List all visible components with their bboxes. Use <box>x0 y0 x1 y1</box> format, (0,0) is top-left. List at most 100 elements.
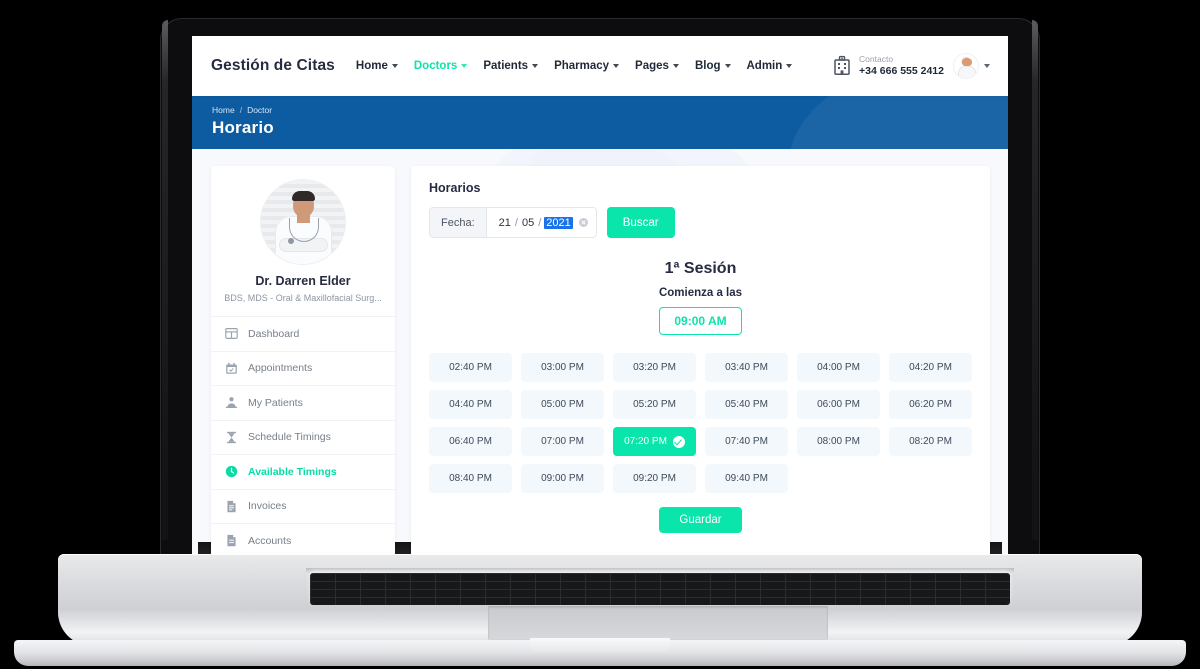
time-slot-label: 05:40 PM <box>725 399 768 410</box>
invoice-icon <box>227 500 236 512</box>
doctor-specialty: BDS, MDS - Oral & Maxillofacial Surg... <box>224 293 382 303</box>
contact-label: Contacto <box>859 54 894 65</box>
nav-item-pharmacy[interactable]: Pharmacy <box>554 60 620 72</box>
nav-item-home[interactable]: Home <box>356 60 398 72</box>
time-slot[interactable]: 05:00 PM <box>521 390 604 419</box>
sidebar-item-label: Schedule Timings <box>248 431 331 444</box>
brand-logo[interactable]: Gestión de Citas <box>211 57 335 75</box>
time-slot[interactable]: 05:40 PM <box>705 390 788 419</box>
user-menu[interactable] <box>953 53 990 79</box>
contact-block[interactable]: Contacto +34 666 555 2412 <box>832 54 944 77</box>
time-slot-label: 09:40 PM <box>725 473 768 484</box>
session-block: 1ª Sesión Comienza a las 09:00 AM <box>429 260 972 335</box>
date-day[interactable]: 21 <box>498 217 512 229</box>
time-slot-label: 04:20 PM <box>909 362 952 373</box>
nav-item-admin[interactable]: Admin <box>747 60 793 72</box>
time-slot-label: 08:20 PM <box>909 436 952 447</box>
nav-item-label: Admin <box>746 60 783 72</box>
card-title: Horarios <box>429 181 481 195</box>
time-slot[interactable]: 05:20 PM <box>613 390 696 419</box>
sidebar-item-label: Available Timings <box>248 465 337 478</box>
time-slot-label: 05:20 PM <box>633 399 676 410</box>
nav-item-patients[interactable]: Patients <box>483 60 539 72</box>
sidebar-item-label: Appointments <box>248 362 313 375</box>
time-slot[interactable]: 07:20 PM <box>613 427 696 456</box>
time-slot[interactable]: 02:40 PM <box>429 353 512 382</box>
clock-icon <box>225 466 238 478</box>
accounts-icon <box>227 535 236 547</box>
page-title: Horario <box>212 118 274 137</box>
time-slot[interactable]: 03:40 PM <box>705 353 788 382</box>
session-subtitle: Comienza a las <box>658 287 743 299</box>
time-slot-label: 06:00 PM <box>817 399 860 410</box>
breadcrumb-separator: / <box>239 105 243 115</box>
doctor-photo <box>261 180 345 264</box>
search-button[interactable]: Buscar <box>606 207 675 238</box>
sidebar-item-schedule-timings[interactable]: Schedule Timings <box>211 421 395 455</box>
save-button[interactable]: Guardar <box>659 507 742 533</box>
sidebar-item-appointments[interactable]: Appointments <box>211 352 395 386</box>
session-title: 1ª Sesión <box>664 260 737 277</box>
trackpad <box>488 606 828 640</box>
time-slot[interactable]: 09:00 PM <box>521 464 604 493</box>
sidebar-item-label: Accounts <box>248 534 292 547</box>
breadcrumb-current: Doctor <box>247 105 273 115</box>
date-year[interactable]: 2021 <box>544 216 573 229</box>
sidebar-item-invoices[interactable]: Invoices <box>211 490 395 524</box>
time-slot[interactable]: 04:40 PM <box>429 390 512 419</box>
nav-item-pages[interactable]: Pages <box>635 60 679 72</box>
lid-edge-left <box>162 20 168 540</box>
chevron-down-icon <box>672 64 679 68</box>
time-slot[interactable]: 07:40 PM <box>705 427 788 456</box>
time-slot[interactable]: 09:20 PM <box>613 464 696 493</box>
time-slot[interactable]: 06:20 PM <box>889 390 972 419</box>
keyboard-deck <box>58 554 1142 646</box>
nav-item-blog[interactable]: Blog <box>695 60 731 72</box>
doctor-profile-card: Dr. Darren Elder BDS, MDS - Oral & Maxil… <box>211 166 395 317</box>
time-slot[interactable]: 04:00 PM <box>797 353 880 382</box>
breadcrumb-home[interactable]: Home <box>212 105 235 115</box>
date-separator: / <box>538 216 542 229</box>
sidebar-item-my-patients[interactable]: My Patients <box>211 386 395 421</box>
sidebar-item-available-timings[interactable]: Available Timings <box>211 455 395 490</box>
chevron-down-icon <box>613 64 620 68</box>
contact-text: Contacto +34 666 555 2412 <box>859 54 944 77</box>
keyboard <box>310 573 1010 605</box>
time-slot[interactable]: 09:40 PM <box>705 464 788 493</box>
chevron-down-icon <box>984 64 990 68</box>
hospital-icon <box>834 56 850 76</box>
time-slot[interactable]: 07:00 PM <box>521 427 604 456</box>
time-slot-label: 04:40 PM <box>449 399 492 410</box>
time-slot[interactable]: 03:20 PM <box>613 353 696 382</box>
page-header-band: Home / Doctor Horario <box>192 96 1008 149</box>
clear-icon[interactable] <box>578 218 588 227</box>
time-slot[interactable]: 03:00 PM <box>521 353 604 382</box>
time-slot[interactable]: 06:00 PM <box>797 390 880 419</box>
time-slot[interactable]: 04:20 PM <box>889 353 972 382</box>
nav-item-label: Blog <box>694 60 721 72</box>
time-slot-label: 09:20 PM <box>633 473 676 484</box>
date-month[interactable]: 05 <box>521 217 535 229</box>
time-slot-label: 07:00 PM <box>541 436 584 447</box>
hourglass-icon <box>227 431 236 443</box>
sidebar-item-label: My Patients <box>248 396 303 409</box>
time-slot-label: 06:40 PM <box>449 436 492 447</box>
date-input-group: Fecha: 21 / 05 / 2021 <box>429 207 597 238</box>
time-slot-label: 09:00 PM <box>541 473 584 484</box>
time-slot[interactable]: 06:40 PM <box>429 427 512 456</box>
patients-icon <box>225 397 238 409</box>
sidebar-item-accounts[interactable]: Accounts <box>211 524 395 554</box>
time-slot[interactable]: 08:00 PM <box>797 427 880 456</box>
time-slot[interactable]: 08:20 PM <box>889 427 972 456</box>
page-content: Dr. Darren Elder BDS, MDS - Oral & Maxil… <box>192 149 1008 554</box>
contact-phone: +34 666 555 2412 <box>859 64 944 77</box>
time-slot-label: 07:40 PM <box>725 436 768 447</box>
chevron-down-icon <box>461 64 468 68</box>
doctor-name: Dr. Darren Elder <box>255 274 351 288</box>
sidebar-item-dashboard[interactable]: Dashboard <box>211 317 395 352</box>
time-slot[interactable]: 08:40 PM <box>429 464 512 493</box>
date-input[interactable]: 21 / 05 / 2021 <box>485 207 597 238</box>
top-navigation-bar: Gestión de Citas Home Doctors Patients P… <box>192 36 1008 96</box>
header-right-cluster: Contacto +34 666 555 2412 <box>832 53 990 79</box>
nav-item-doctors[interactable]: Doctors <box>414 60 468 72</box>
